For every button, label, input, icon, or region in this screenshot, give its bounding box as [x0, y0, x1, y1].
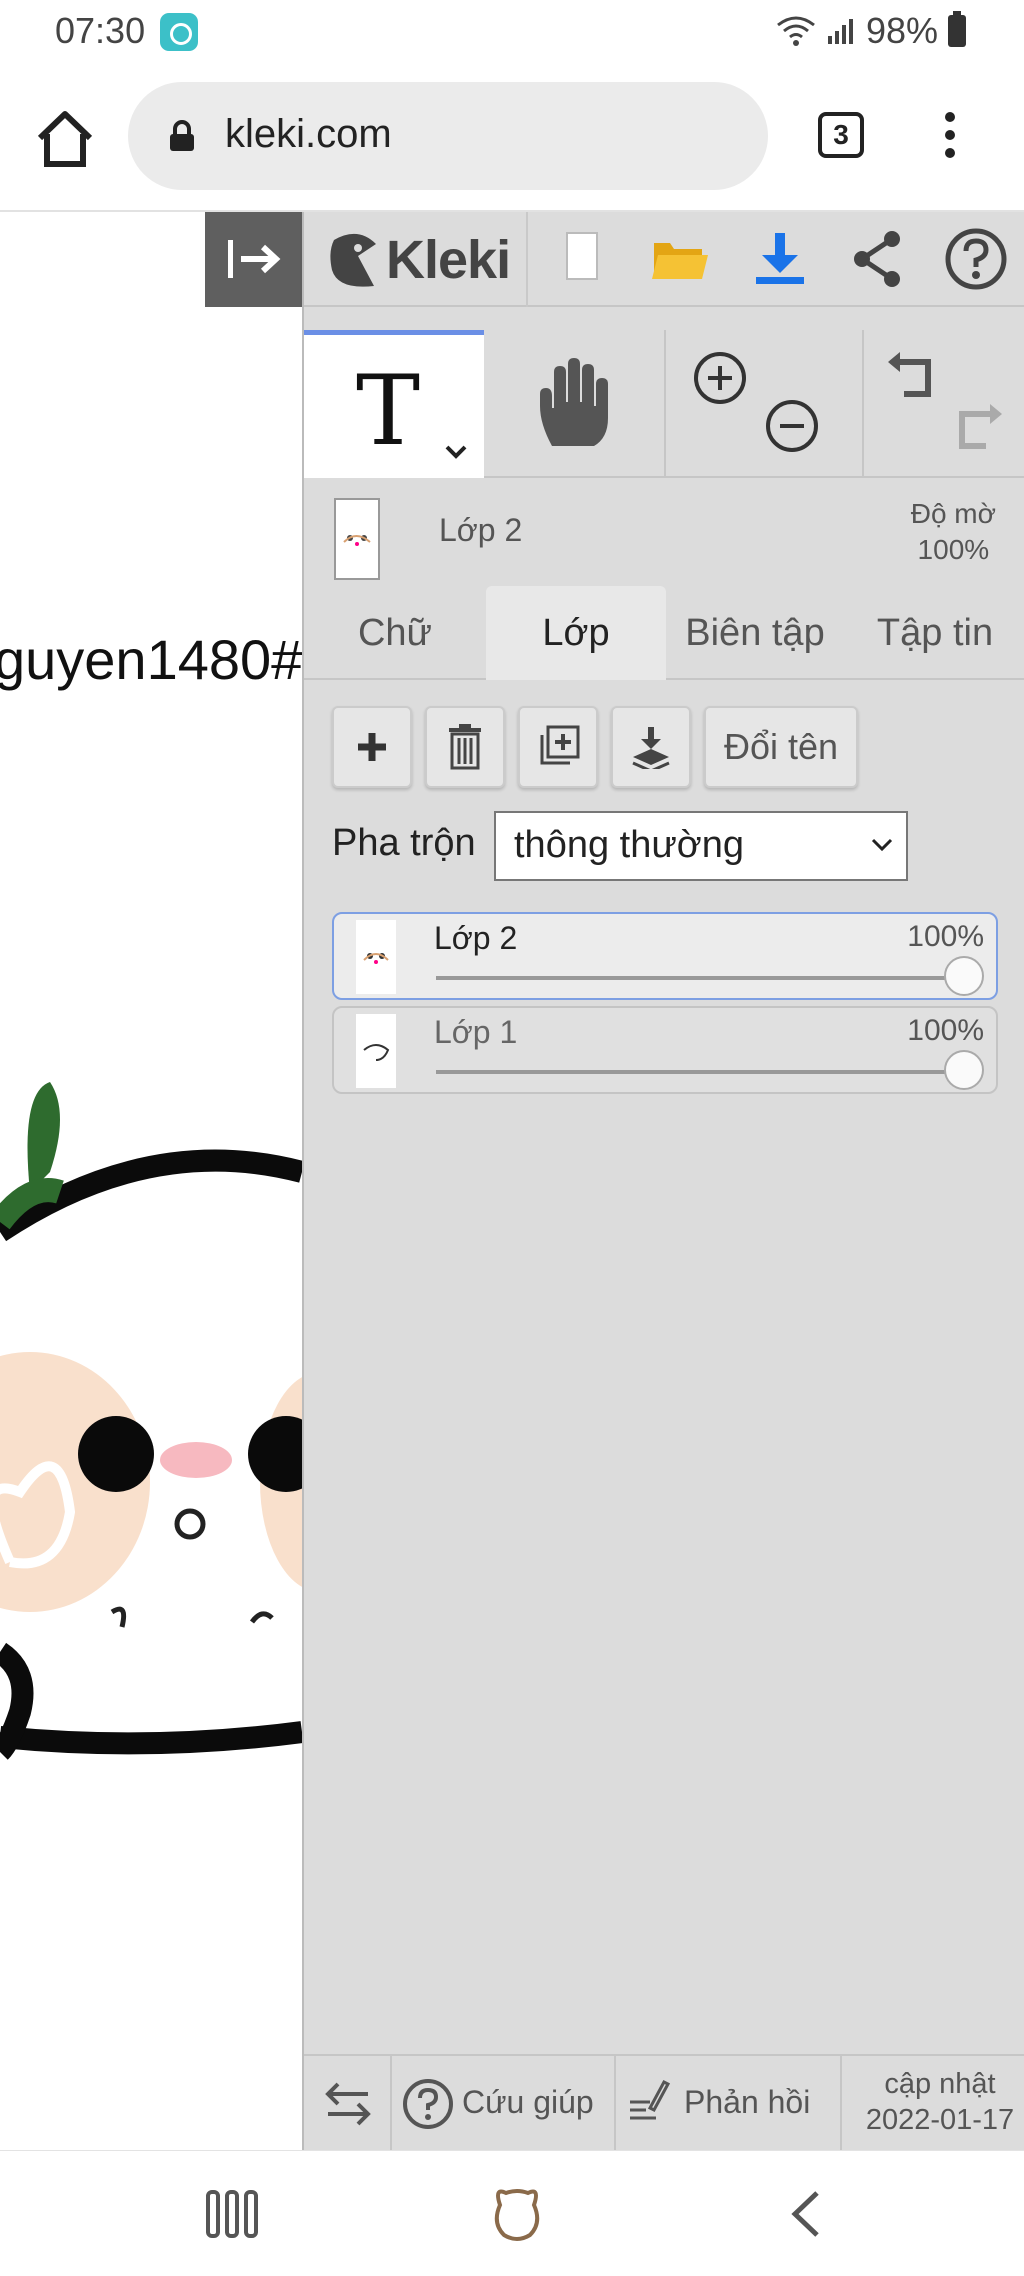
layer-name: Lớp 1 — [434, 1014, 518, 1050]
open-folder-icon[interactable] — [648, 227, 712, 291]
blend-mode-select[interactable]: thông thường — [494, 811, 908, 881]
opacity-label: Độ mờ — [910, 498, 996, 529]
zoom-in-icon[interactable] — [692, 350, 748, 406]
system-navigation-bar — [0, 2150, 1024, 2276]
status-time: 07:30 — [55, 10, 146, 51]
help-button[interactable]: Cứu giúp — [392, 2056, 616, 2152]
kleki-logo-icon — [330, 233, 376, 287]
update-label: cập nhật — [884, 2068, 996, 2100]
update-date: 2022-01-17 — [865, 2104, 1015, 2136]
layer-name: Lớp 2 — [434, 920, 518, 956]
redo-icon[interactable] — [946, 400, 1006, 456]
layer-opacity: 100% — [907, 920, 984, 953]
feedback-icon — [630, 2080, 670, 2120]
app-top-bar: Kleki — [304, 212, 1024, 307]
duplicate-layer-button[interactable] — [518, 706, 598, 788]
chevron-down-icon — [871, 838, 893, 852]
current-layer-thumbnail — [334, 498, 380, 580]
blend-mode-label: Pha trộn — [332, 822, 476, 864]
tab-file[interactable]: Tập tin — [844, 586, 1024, 680]
current-layer-name: Lớp 2 — [439, 512, 523, 548]
duplicate-layer-icon — [540, 725, 580, 765]
hand-tool-button[interactable] — [484, 330, 666, 478]
opacity-value: 100% — [917, 534, 990, 565]
wifi-icon — [777, 16, 815, 46]
tab-text[interactable]: Chữ — [304, 586, 486, 680]
status-indicators: 98% — [776, 10, 966, 52]
add-layer-button[interactable] — [332, 706, 412, 788]
signal-icon — [827, 19, 853, 44]
hand-icon — [540, 358, 608, 446]
battery-icon — [948, 11, 966, 47]
layer-thumbnail — [356, 1014, 396, 1088]
panel-bottom-bar: Cứu giúp Phản hồi cập nhật 2022-01-17 — [304, 2054, 1024, 2152]
browser-toolbar: kleki.com 3 — [0, 62, 1024, 212]
lock-icon — [170, 120, 194, 151]
current-layer-header: Lớp 2 Độ mờ 100% — [304, 480, 1024, 586]
app-notification-icon — [160, 13, 198, 51]
zoom-controls — [666, 330, 864, 478]
canvas-text-layer: guyen1480#I — [0, 628, 302, 691]
tab-layers[interactable]: Lớp — [486, 586, 666, 680]
kleki-side-panel: Kleki T Lớp 2 Độ mờ 100% Chữ Lớp Biên tậ… — [302, 212, 1024, 2152]
feedback-button[interactable]: Phản hồi — [616, 2056, 842, 2152]
merge-down-button[interactable] — [611, 706, 691, 788]
delete-layer-button[interactable] — [425, 706, 505, 788]
rename-label: Đổi tên — [723, 726, 839, 767]
tab-switcher-button[interactable]: 3 — [818, 112, 864, 158]
blend-mode-value: thông thường — [514, 824, 744, 866]
help-icon — [403, 2079, 453, 2129]
kleki-logo[interactable]: Kleki — [328, 222, 511, 297]
home-nav-icon[interactable] — [490, 2183, 544, 2243]
update-info[interactable]: cập nhật 2022-01-17 — [854, 2066, 1024, 2138]
drawing-canvas[interactable]: guyen1480#I — [0, 212, 302, 2150]
share-icon[interactable] — [846, 227, 910, 291]
more-icon[interactable] — [935, 108, 965, 168]
opacity-slider-handle[interactable] — [944, 1050, 984, 1090]
layer-item-1[interactable]: Lớp 1 100% — [332, 1006, 998, 1094]
current-layer-opacity: Độ mờ 100% — [911, 496, 996, 568]
text-tool-icon: T — [356, 355, 421, 467]
help-icon[interactable] — [944, 227, 1008, 291]
opacity-slider-track[interactable] — [436, 976, 956, 980]
swap-side-button[interactable] — [304, 2056, 392, 2152]
layer-opacity: 100% — [907, 1014, 984, 1047]
home-icon[interactable] — [30, 104, 100, 174]
url-text: kleki.com — [225, 112, 392, 156]
panel-tabs: Chữ Lớp Biên tập Tập tin — [304, 586, 1024, 680]
history-controls — [864, 330, 1024, 478]
download-icon[interactable] — [748, 227, 812, 291]
tool-row: T — [304, 330, 1024, 478]
layer-thumbnail — [356, 920, 396, 994]
new-image-icon[interactable] — [549, 227, 613, 291]
add-layer-icon — [358, 733, 386, 761]
swap-side-icon — [325, 2082, 371, 2126]
back-icon[interactable] — [785, 2189, 825, 2239]
merge-down-icon — [632, 727, 670, 769]
recents-icon[interactable] — [205, 2189, 259, 2239]
tab-edit[interactable]: Biên tập — [666, 586, 844, 680]
opacity-slider-track[interactable] — [436, 1070, 956, 1074]
chevron-down-icon[interactable] — [444, 443, 468, 461]
status-bar: 07:30 98% — [0, 0, 1024, 62]
battery-percent: 98% — [865, 10, 938, 51]
rename-layer-button[interactable]: Đổi tên — [704, 706, 858, 788]
opacity-slider-handle[interactable] — [944, 956, 984, 996]
delete-layer-icon — [449, 724, 481, 770]
collapse-panel-button[interactable] — [205, 212, 302, 307]
text-tool-button[interactable]: T — [304, 330, 484, 478]
feedback-label: Phản hồi — [684, 2084, 811, 2120]
undo-icon[interactable] — [884, 348, 944, 404]
address-bar[interactable]: kleki.com — [128, 82, 768, 190]
canvas-drawing — [0, 1082, 302, 1760]
layer-item-2[interactable]: Lớp 2 100% — [332, 912, 998, 1000]
zoom-out-icon[interactable] — [764, 398, 820, 454]
help-label: Cứu giúp — [462, 2084, 594, 2120]
collapse-panel-icon — [228, 240, 281, 278]
logo-text: Kleki — [386, 229, 511, 290]
